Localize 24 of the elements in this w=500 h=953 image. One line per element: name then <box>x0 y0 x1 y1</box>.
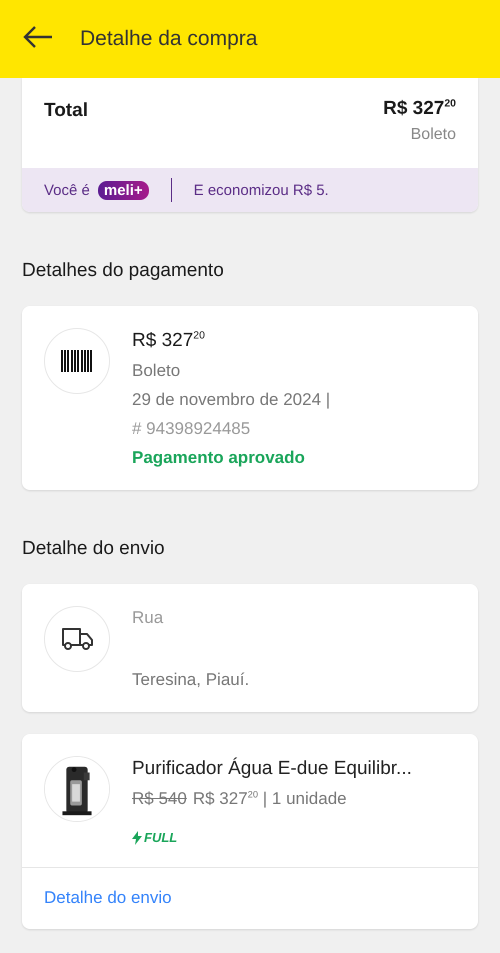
payment-method: Boleto <box>132 361 182 381</box>
page-title: Detalhe da compra <box>80 27 258 51</box>
shipping-city: Teresina, Piauí. <box>132 670 250 690</box>
total-amount: R$ 327$^{20}$ <box>383 98 456 120</box>
shipping-address: Rua <box>132 608 164 628</box>
payment-status: Pagamento aprovado <box>132 448 306 468</box>
product-title[interactable]: Purificador Água E-due Equilibr... <box>132 758 412 780</box>
full-label: FULL <box>144 830 178 845</box>
lightning-icon <box>132 830 142 844</box>
shipping-detail-link[interactable]: Detalhe do envio <box>22 868 194 929</box>
total-label: Total <box>44 100 88 122</box>
section-title: Detalhe do envio <box>22 538 166 560</box>
payment-amount: R$ 327$^{20}$ <box>132 330 206 352</box>
product-price: R$ 327$^{20}$ | 1 unidade <box>192 789 347 809</box>
barcode-icon <box>44 328 110 394</box>
payment-reference: # 94398924485 <box>132 419 252 439</box>
membership-text: Você é <box>44 182 90 198</box>
original-price: R$ 540 <box>132 789 187 809</box>
truck-icon <box>44 606 110 672</box>
section-title: Detalhes do pagamento <box>22 260 225 282</box>
payment-method: Boleto <box>410 126 456 144</box>
membership-badge: meli+ <box>98 180 149 200</box>
savings-text: E economizou R$ 5. <box>194 182 329 198</box>
payment-date: 29 de novembro de 2024 | <box>132 390 330 410</box>
